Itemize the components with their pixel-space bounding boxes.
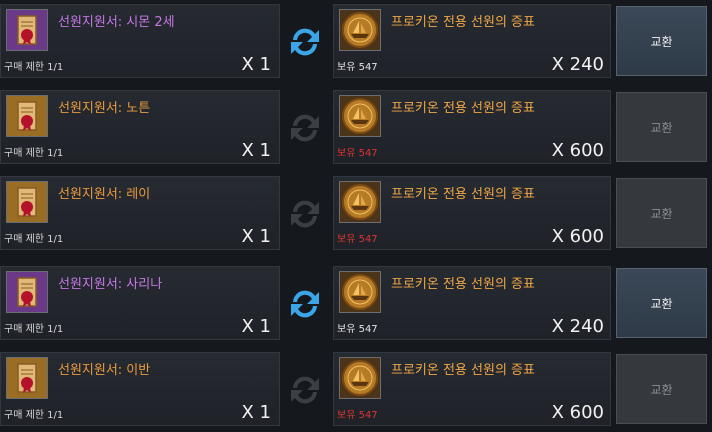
reward-cost: X 600	[551, 140, 604, 161]
ship-coin-icon	[339, 181, 381, 223]
exchange-row: 선원지원서: 레이 구매 제한 1/1 X 1 프로키온 전용 선원의 증표 보…	[0, 172, 712, 254]
reward-name: 프로키온 전용 선원의 증표	[391, 363, 535, 378]
reward-name: 프로키온 전용 선원의 증표	[391, 15, 535, 30]
exchange-button[interactable]: 교환	[616, 268, 707, 338]
item-cell[interactable]: 선원지원서: 시몬 2세 구매 제한 1/1 X 1	[0, 4, 280, 78]
item-name: 선원지원서: 이반	[58, 363, 151, 378]
reward-cost: X 240	[551, 54, 604, 75]
item-quantity: X 1	[241, 54, 271, 75]
item-name: 선원지원서: 시몬 2세	[58, 15, 175, 30]
scroll-icon	[6, 181, 48, 223]
ship-coin-icon	[339, 271, 381, 313]
reward-name: 프로키온 전용 선원의 증표	[391, 101, 535, 116]
item-cell[interactable]: 선원지원서: 노튼 구매 제한 1/1 X 1	[0, 90, 280, 164]
item-name: 선원지원서: 사리나	[58, 277, 163, 292]
reward-cell[interactable]: 프로키온 전용 선원의 증표 보유 547 X 600	[333, 90, 611, 164]
ship-coin-icon	[339, 9, 381, 51]
ship-coin-icon	[339, 357, 381, 399]
swap-arrows-icon	[285, 194, 325, 234]
purchase-limit: 구매 제한 1/1	[4, 148, 64, 159]
item-cell[interactable]: 선원지원서: 사리나 구매 제한 1/1 X 1	[0, 266, 280, 340]
item-cell[interactable]: 선원지원서: 이반 구매 제한 1/1 X 1	[0, 352, 280, 426]
reward-name: 프로키온 전용 선원의 증표	[391, 187, 535, 202]
purchase-limit: 구매 제한 1/1	[4, 324, 64, 335]
purchase-limit: 구매 제한 1/1	[4, 410, 64, 421]
ship-coin-icon	[339, 95, 381, 137]
item-name: 선원지원서: 노튼	[58, 101, 151, 116]
exchange-row: 선원지원서: 노튼 구매 제한 1/1 X 1 프로키온 전용 선원의 증표 보…	[0, 86, 712, 168]
purchase-limit: 구매 제한 1/1	[4, 62, 64, 73]
reward-cost: X 240	[551, 316, 604, 337]
item-quantity: X 1	[241, 140, 271, 161]
exchange-button[interactable]: 교환	[616, 354, 707, 424]
swap-arrows-icon	[285, 108, 325, 148]
reward-cell[interactable]: 프로키온 전용 선원의 증표 보유 547 X 600	[333, 352, 611, 426]
item-quantity: X 1	[241, 226, 271, 247]
exchange-button[interactable]: 교환	[616, 6, 707, 76]
owned-count: 보유 547	[337, 62, 378, 73]
swap-arrows-icon	[285, 284, 325, 324]
reward-cost: X 600	[551, 402, 604, 423]
scroll-icon	[6, 9, 48, 51]
owned-count: 보유 547	[337, 410, 378, 421]
owned-count: 보유 547	[337, 324, 378, 335]
item-quantity: X 1	[241, 316, 271, 337]
scroll-icon	[6, 271, 48, 313]
reward-cell[interactable]: 프로키온 전용 선원의 증표 보유 547 X 240	[333, 4, 611, 78]
exchange-list: 선원지원서: 시몬 2세 구매 제한 1/1 X 1 프로키온 전용 선원의 증…	[0, 0, 712, 432]
purchase-limit: 구매 제한 1/1	[4, 234, 64, 245]
exchange-button[interactable]: 교환	[616, 178, 707, 248]
exchange-row: 선원지원서: 사리나 구매 제한 1/1 X 1 프로키온 전용 선원의 증표 …	[0, 262, 712, 344]
owned-count: 보유 547	[337, 148, 378, 159]
swap-arrows-icon	[285, 370, 325, 410]
reward-cost: X 600	[551, 226, 604, 247]
reward-name: 프로키온 전용 선원의 증표	[391, 277, 535, 292]
scroll-icon	[6, 95, 48, 137]
reward-cell[interactable]: 프로키온 전용 선원의 증표 보유 547 X 240	[333, 266, 611, 340]
reward-cell[interactable]: 프로키온 전용 선원의 증표 보유 547 X 600	[333, 176, 611, 250]
item-name: 선원지원서: 레이	[58, 187, 151, 202]
item-cell[interactable]: 선원지원서: 레이 구매 제한 1/1 X 1	[0, 176, 280, 250]
item-quantity: X 1	[241, 402, 271, 423]
scroll-icon	[6, 357, 48, 399]
exchange-button[interactable]: 교환	[616, 92, 707, 162]
owned-count: 보유 547	[337, 234, 378, 245]
exchange-row: 선원지원서: 이반 구매 제한 1/1 X 1 프로키온 전용 선원의 증표 보…	[0, 348, 712, 430]
exchange-row: 선원지원서: 시몬 2세 구매 제한 1/1 X 1 프로키온 전용 선원의 증…	[0, 0, 712, 82]
swap-arrows-icon	[285, 22, 325, 62]
